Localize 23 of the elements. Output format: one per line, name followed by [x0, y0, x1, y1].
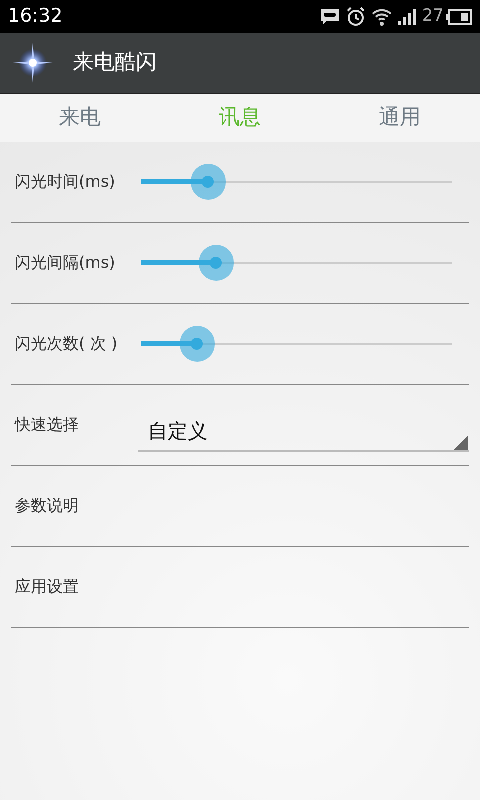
setting-label: 闪光时间(ms): [15, 171, 116, 193]
setting-label: 快速选择: [15, 414, 80, 436]
wifi-icon: [372, 8, 392, 26]
slider-thumb[interactable]: [190, 164, 226, 200]
alarm-icon: [346, 6, 366, 26]
app-title: 来电酷闪: [73, 49, 157, 76]
battery-level-text: 27: [422, 4, 444, 28]
tab[interactable]: 讯息: [160, 94, 320, 142]
setting-label: 参数说明: [15, 495, 80, 517]
slider-thumb[interactable]: [180, 326, 215, 362]
slider-thumb[interactable]: [198, 245, 234, 281]
sparkle-icon[interactable]: [13, 43, 53, 83]
tab[interactable]: 来电: [0, 94, 160, 142]
dropdown[interactable]: 自定义: [138, 412, 469, 452]
message-icon: [320, 6, 340, 26]
corner-triangle-icon: [454, 436, 468, 450]
setting-label: 闪光次数( 次 ): [15, 333, 119, 355]
setting-label: 闪光间隔(ms): [15, 252, 116, 274]
clock-time: 16:32: [8, 4, 63, 30]
setting-label: 应用设置: [15, 576, 80, 598]
signal-icon: [398, 8, 418, 24]
tab[interactable]: 通用: [320, 94, 480, 142]
battery-icon: [446, 8, 472, 24]
